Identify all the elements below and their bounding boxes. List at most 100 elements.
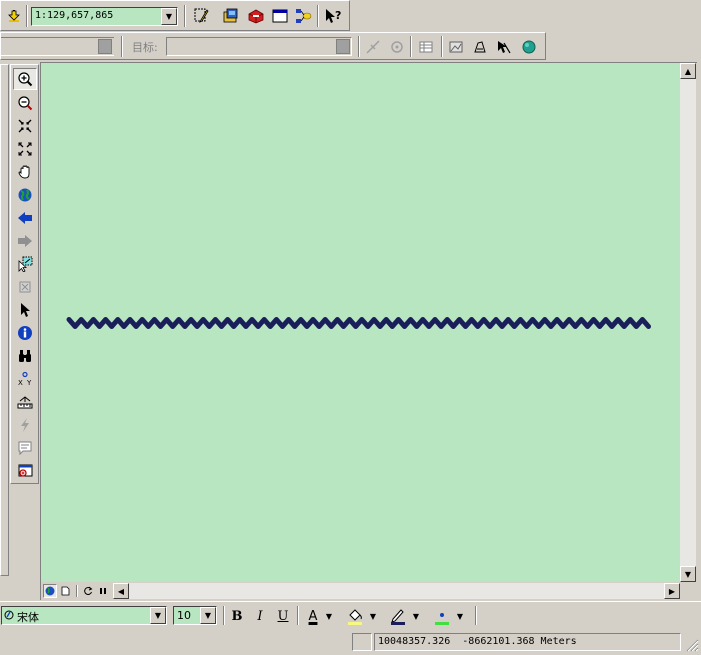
arctoolbox-button[interactable]	[245, 5, 267, 27]
status-coordinates: 10048357.326 -8662101.368 Meters	[374, 633, 681, 651]
data-view-button[interactable]	[43, 584, 57, 598]
binoculars-icon	[19, 350, 31, 362]
font-size-combo[interactable]: 10 ▼	[173, 606, 217, 625]
target-layer-dropdown-button[interactable]	[336, 39, 350, 54]
sketch-properties-button[interactable]	[445, 36, 467, 58]
hyperlink-button[interactable]	[13, 414, 37, 436]
font-name-dropdown-button[interactable]: ▼	[150, 607, 166, 624]
select-elements-button[interactable]	[13, 299, 37, 321]
lightning-icon	[21, 418, 29, 432]
scroll-left-button[interactable]: ◀	[113, 583, 129, 599]
pan-button[interactable]	[13, 161, 37, 183]
add-data-icon[interactable]	[3, 5, 25, 27]
command-line-button[interactable]	[269, 5, 291, 27]
html-popup-button[interactable]	[13, 437, 37, 459]
sphere-icon	[522, 40, 536, 54]
refresh-button[interactable]	[81, 584, 95, 598]
select-features-icon	[18, 256, 33, 272]
map-scale-dropdown-button[interactable]: ▼	[161, 8, 177, 25]
font-name-value: 宋体	[17, 611, 39, 624]
edit-tool-icon	[498, 41, 511, 54]
fill-color-dropdown[interactable]: ▼	[367, 607, 379, 625]
go-to-xy-button[interactable]: XY	[13, 368, 37, 390]
chevron-down-icon: ▼	[325, 611, 333, 621]
scroll-down-button[interactable]: ▼	[680, 566, 696, 582]
edit-task-combo[interactable]	[1, 37, 114, 56]
sketch-tool-button[interactable]	[469, 36, 491, 58]
create-viewer-button[interactable]	[13, 460, 37, 482]
layout-view-button[interactable]	[58, 584, 72, 598]
polyline-feature	[66, 317, 651, 329]
rotate-tool-button[interactable]	[386, 36, 408, 58]
forward-extent-button[interactable]	[13, 230, 37, 252]
whats-this-icon: ?	[326, 9, 341, 23]
arccatalog-icon	[223, 8, 238, 23]
fixed-zoom-in-button[interactable]	[13, 115, 37, 137]
zigzag-line-feature[interactable]	[66, 317, 651, 329]
scroll-right-button[interactable]: ▶	[664, 583, 680, 599]
fixed-zoom-out-button[interactable]	[13, 138, 37, 160]
chevron-down-icon: ▼	[154, 611, 162, 620]
toolbar-separator	[358, 36, 360, 57]
edit-task-dropdown-button[interactable]	[98, 39, 112, 54]
chevron-right-icon: ▶	[668, 586, 676, 596]
scroll-up-button[interactable]: ▲	[680, 63, 696, 79]
chevron-down-icon: ▼	[412, 611, 420, 621]
resize-grip-icon[interactable]	[684, 637, 699, 652]
measure-button[interactable]	[13, 391, 37, 413]
globe-tool-button[interactable]	[518, 36, 540, 58]
underline-button[interactable]: U	[273, 607, 293, 625]
toolbar-separator	[441, 36, 443, 57]
marker-color-button[interactable]	[432, 607, 452, 625]
font-size-dropdown-button[interactable]: ▼	[200, 607, 216, 624]
toolbar-area-empty	[546, 32, 701, 60]
find-button[interactable]	[13, 345, 37, 367]
font-color-button[interactable]: A	[303, 607, 323, 625]
toc-panel-edge[interactable]	[0, 64, 9, 576]
page-icon	[61, 586, 70, 596]
fill-color-button[interactable]	[345, 607, 365, 625]
drawing-toolbar: 宋体 ▼ 10 ▼ B I U A ▼ ▼ ▼ ▼	[0, 601, 701, 627]
line-color-dropdown[interactable]: ▼	[410, 607, 422, 625]
font-color-dropdown[interactable]: ▼	[323, 607, 335, 625]
identify-button[interactable]	[13, 322, 37, 344]
chevron-left-icon: ◀	[117, 586, 125, 596]
map-horizontal-scrollbar[interactable]	[129, 583, 680, 599]
marker-color-dropdown[interactable]: ▼	[454, 607, 466, 625]
whats-this-button[interactable]: ?	[322, 5, 344, 27]
zoom-out-button[interactable]	[13, 92, 37, 114]
pause-icon	[100, 588, 106, 594]
split-tool-button[interactable]	[362, 36, 384, 58]
toolbar-area-empty	[350, 0, 701, 31]
line-color-button[interactable]	[388, 607, 408, 625]
paint-bucket-icon	[348, 609, 362, 625]
target-layer-combo[interactable]	[166, 37, 352, 56]
map-canvas[interactable]	[41, 63, 680, 582]
editor-toolbar-button[interactable]	[191, 5, 213, 27]
map-scale-combo[interactable]: 1:129,657,865 ▼	[31, 7, 178, 26]
back-extent-button[interactable]	[13, 207, 37, 229]
pause-drawing-button[interactable]	[96, 584, 110, 598]
chevron-up-icon: ▲	[684, 66, 692, 76]
toolbar-separator	[121, 36, 123, 57]
italic-button[interactable]: I	[250, 607, 270, 625]
clear-selection-button[interactable]	[13, 276, 37, 298]
zoom-in-button[interactable]	[13, 68, 37, 90]
edit-tool-button[interactable]	[493, 36, 515, 58]
arccatalog-button[interactable]	[220, 5, 242, 27]
full-extent-button[interactable]	[13, 184, 37, 206]
popup-icon	[18, 441, 32, 456]
map-scale-value: 1:129,657,865	[35, 10, 114, 21]
marker-dot-icon	[435, 613, 449, 625]
font-name-combo[interactable]: 宋体 ▼	[1, 606, 167, 625]
chevron-down-icon: ▼	[456, 611, 464, 621]
map-bottom-bar: ◀ ▶	[41, 583, 680, 599]
measure-icon	[17, 396, 33, 409]
arrow-pointer-icon	[21, 303, 30, 317]
attributes-button[interactable]	[415, 36, 437, 58]
xy-icon: XY	[18, 371, 32, 387]
select-features-button[interactable]	[13, 253, 37, 275]
map-vertical-scrollbar[interactable]: ▲ ▼	[680, 63, 696, 582]
bold-button[interactable]: B	[227, 607, 247, 625]
model-builder-button[interactable]	[292, 5, 314, 27]
